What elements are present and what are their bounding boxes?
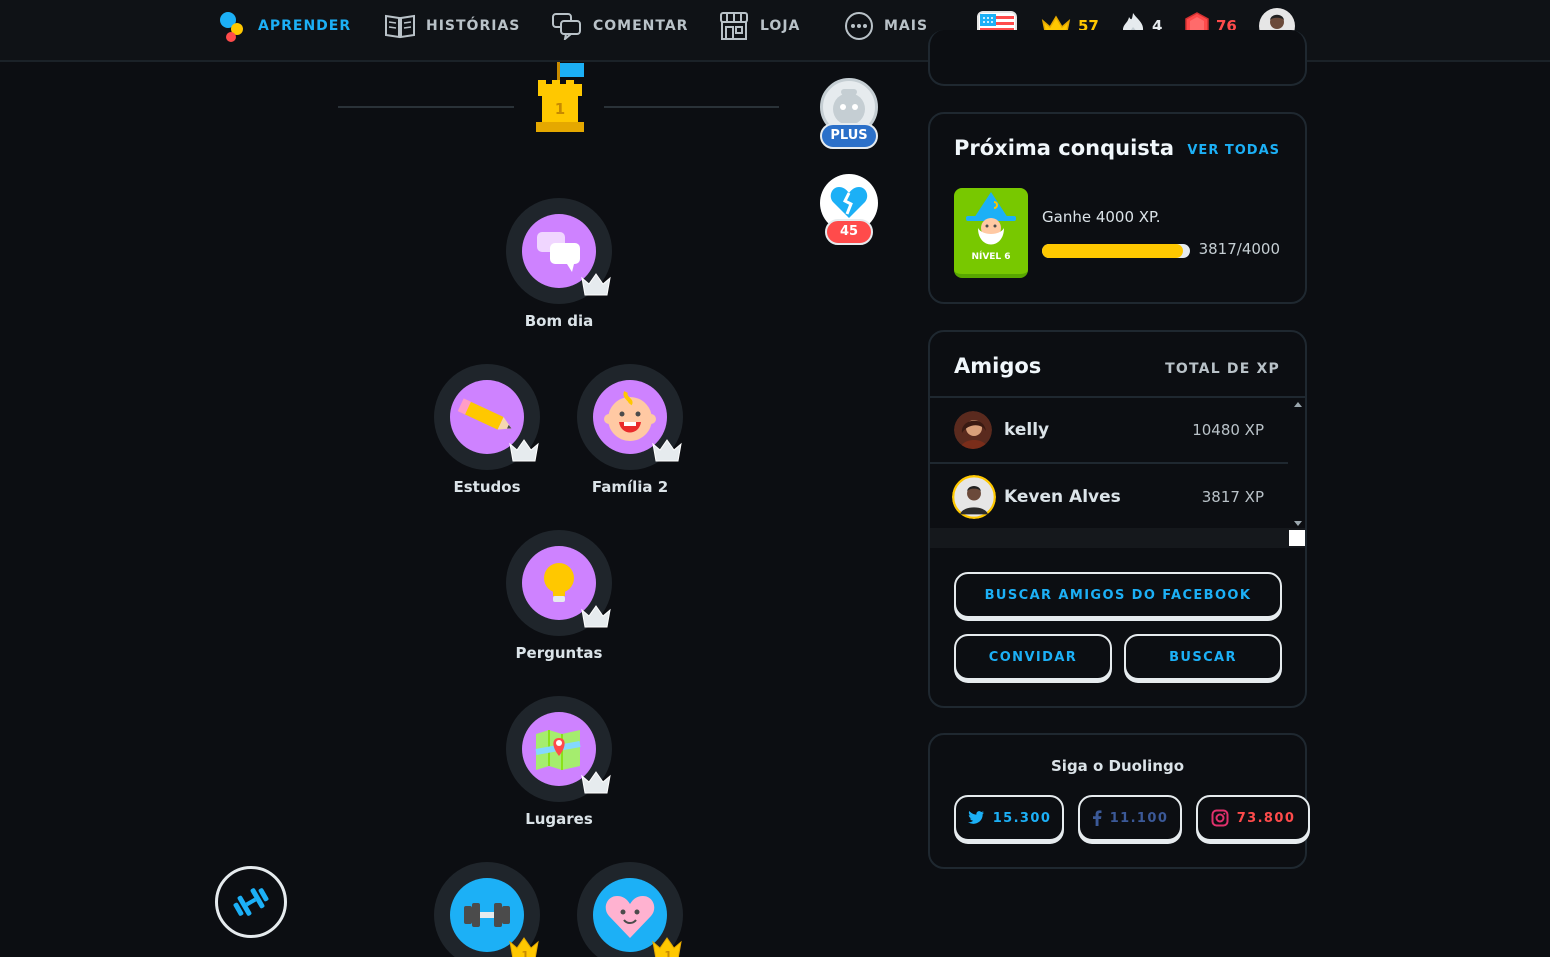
achievement-panel: Próxima conquista VER TODAS NÍVEL 6 Ganh…	[928, 112, 1307, 304]
find-facebook-friends-button[interactable]: BUSCAR AMIGOS DO FACEBOOK	[954, 572, 1282, 618]
twitter-icon	[967, 811, 984, 824]
nav-discuss[interactable]: COMENTAR	[551, 10, 688, 42]
nav-shop[interactable]: LOJA	[718, 10, 800, 42]
find-facebook-friends-label: BUSCAR AMIGOS DO FACEBOOK	[984, 587, 1252, 603]
friend-avatar	[952, 475, 996, 519]
facebook-follow-button[interactable]: 11.100	[1078, 795, 1182, 841]
friend-row-keven-alves[interactable]: Keven Alves 3817 XP	[930, 464, 1288, 530]
twitter-count: 15.300	[992, 810, 1052, 826]
instagram-icon	[1211, 809, 1229, 827]
section-divider-left	[338, 106, 514, 108]
duolingo-logo-icon	[220, 12, 243, 42]
friends-panel: Amigos TOTAL DE XP kelly 10480 XP Keven …	[928, 330, 1307, 708]
nav-learn-label: APRENDER	[258, 18, 352, 34]
friend-name: kelly	[1004, 420, 1050, 440]
social-panel: Siga o Duolingo 15.300 11.100 73.800	[928, 733, 1310, 869]
see-all-link[interactable]: VER TODAS	[1187, 143, 1280, 158]
skill-label: Bom dia	[524, 312, 594, 330]
weights-icon	[233, 888, 269, 916]
skill-ring	[506, 696, 612, 802]
twitter-follow-button[interactable]: 15.300	[954, 795, 1064, 841]
nav-stories-label: HISTÓRIAS	[426, 18, 521, 34]
friend-avatar	[954, 411, 992, 449]
nav-shop-label: LOJA	[760, 18, 801, 34]
friend-xp: 10480 XP	[1192, 421, 1264, 439]
skill-estudos[interactable]: Estudos	[412, 364, 562, 496]
skill-ring	[506, 530, 612, 636]
skill-bom-dia[interactable]: Bom dia	[484, 198, 634, 330]
achievement-badge: NÍVEL 6	[954, 188, 1028, 278]
wizard-icon	[966, 192, 1016, 245]
achievement-progress-fill	[1042, 244, 1184, 258]
crown-icon	[581, 605, 611, 628]
skill-label: Lugares	[525, 810, 593, 828]
social-title: Siga o Duolingo	[1051, 757, 1184, 775]
nav-discuss-label: COMENTAR	[593, 18, 689, 34]
top-navigation: APRENDER HISTÓRIAS COMENTAR LOJA MAIS 57…	[0, 0, 1550, 62]
skill-ring	[434, 364, 540, 470]
crown-icon	[509, 439, 539, 462]
plus-badge: PLUS	[820, 123, 878, 149]
achievement-description: Ganhe 4000 XP.	[1042, 208, 1161, 226]
achievement-progress-text: 3817/4000	[1198, 240, 1280, 258]
friend-name: Keven Alves	[1004, 487, 1121, 507]
nav-more[interactable]: MAIS	[844, 10, 928, 42]
skill-lugares[interactable]: Lugares	[484, 696, 634, 828]
scroll-down-arrow[interactable]	[1294, 521, 1302, 526]
shop-icon	[720, 12, 748, 40]
instagram-count: 73.800	[1236, 810, 1296, 826]
achievement-progress-bar	[1042, 244, 1190, 258]
book-icon	[385, 14, 415, 39]
section-divider-right	[604, 106, 779, 108]
facebook-icon	[1092, 810, 1102, 826]
more-icon	[845, 12, 873, 40]
crown-icon	[652, 439, 682, 462]
checkpoint-number: 1	[554, 100, 566, 118]
friend-row-kelly[interactable]: kelly 10480 XP	[930, 398, 1288, 464]
skill-label: Estudos	[453, 478, 521, 496]
skill-ring: 1	[434, 862, 540, 957]
facebook-count: 11.100	[1109, 810, 1169, 826]
skill-label: Perguntas	[515, 644, 603, 662]
achievement-title: Próxima conquista	[954, 136, 1174, 160]
hearts-refill[interactable]: 45	[818, 174, 880, 248]
skill-ring	[506, 198, 612, 304]
search-friends-label: BUSCAR	[1169, 649, 1237, 665]
checkpoint-castle[interactable]: 1	[530, 62, 590, 134]
nav-stories[interactable]: HISTÓRIAS	[384, 10, 520, 42]
nav-more-label: MAIS	[884, 18, 929, 34]
hearts-badge: 45	[825, 219, 873, 245]
search-friends-button[interactable]: BUSCAR	[1124, 634, 1282, 680]
castle-icon	[536, 62, 584, 132]
instagram-follow-button[interactable]: 73.800	[1196, 795, 1310, 841]
practice-floating-button[interactable]	[215, 866, 287, 938]
crown-level: 1	[664, 949, 672, 957]
invite-button[interactable]: CONVIDAR	[954, 634, 1112, 680]
friends-title: Amigos	[954, 354, 1042, 378]
scrollbar-corner	[1289, 530, 1305, 546]
skill-practice-weights[interactable]: 1	[412, 862, 562, 957]
achievement-level: NÍVEL 6	[971, 252, 1011, 262]
crown-icon	[581, 771, 611, 794]
scroll-up-arrow[interactable]	[1294, 402, 1302, 407]
skill-familia-2[interactable]: Família 2	[555, 364, 705, 496]
crown-level: 1	[521, 949, 529, 957]
skill-ring: 1	[577, 862, 683, 957]
friend-xp: 3817 XP	[1201, 488, 1264, 506]
chat-icon	[552, 13, 581, 40]
skill-ring	[577, 364, 683, 470]
friends-list-scroll-track	[930, 528, 1305, 548]
skill-perguntas[interactable]: Perguntas	[484, 530, 634, 662]
invite-label: CONVIDAR	[988, 649, 1078, 665]
friends-list-scrollbar[interactable]	[1291, 398, 1305, 528]
skill-label: Família 2	[591, 478, 669, 496]
friends-column-header: TOTAL DE XP	[1165, 361, 1280, 377]
crown-icon	[581, 273, 611, 296]
skill-heart[interactable]: 1	[555, 862, 705, 957]
plus-promo[interactable]: PLUS	[818, 78, 880, 154]
panel-top-partial	[928, 30, 1307, 86]
nav-learn[interactable]: APRENDER	[218, 10, 351, 42]
friends-list: kelly 10480 XP Keven Alves 3817 XP	[930, 396, 1305, 548]
